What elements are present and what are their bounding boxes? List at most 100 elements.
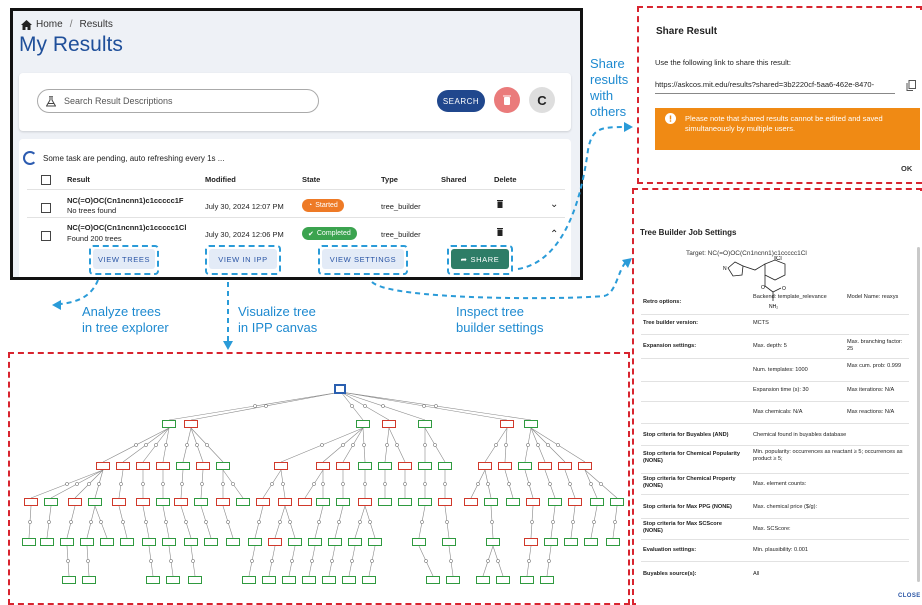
- reaction-node[interactable]: [368, 520, 372, 524]
- chemical-node[interactable]: [378, 462, 392, 470]
- reaction-node[interactable]: [317, 520, 321, 524]
- chemical-node[interactable]: [606, 538, 620, 546]
- reaction-node[interactable]: [530, 520, 534, 524]
- reaction-node[interactable]: [169, 559, 173, 563]
- chemical-node[interactable]: [496, 576, 510, 584]
- chemical-node[interactable]: [248, 538, 262, 546]
- copy-icon[interactable]: [906, 80, 916, 91]
- chemical-node[interactable]: [578, 462, 592, 470]
- reaction-node[interactable]: [507, 482, 511, 486]
- chemical-node[interactable]: [362, 576, 376, 584]
- scrollbar[interactable]: [917, 247, 920, 582]
- chemical-node[interactable]: [184, 538, 198, 546]
- chemical-node[interactable]: [484, 498, 498, 506]
- reaction-node[interactable]: [253, 404, 257, 408]
- chemical-node[interactable]: [162, 420, 176, 428]
- reaction-node[interactable]: [119, 482, 123, 486]
- reaction-node[interactable]: [556, 443, 560, 447]
- chemical-node[interactable]: [356, 420, 370, 428]
- reaction-node[interactable]: [330, 559, 334, 563]
- chemical-node[interactable]: [498, 462, 512, 470]
- chemical-node[interactable]: [322, 576, 336, 584]
- reaction-node[interactable]: [161, 482, 165, 486]
- chemical-node[interactable]: [216, 462, 230, 470]
- chemical-node[interactable]: [476, 576, 490, 584]
- chemical-node[interactable]: [446, 576, 460, 584]
- reaction-node[interactable]: [281, 482, 285, 486]
- chemical-node[interactable]: [518, 462, 532, 470]
- reaction-node[interactable]: [195, 443, 199, 447]
- chemical-node[interactable]: [478, 462, 492, 470]
- chemical-node[interactable]: [426, 576, 440, 584]
- reaction-node[interactable]: [341, 482, 345, 486]
- chemical-node[interactable]: [156, 462, 170, 470]
- reaction-node[interactable]: [204, 520, 208, 524]
- reaction-node[interactable]: [592, 520, 596, 524]
- reaction-node[interactable]: [423, 482, 427, 486]
- chemical-node[interactable]: [136, 498, 150, 506]
- reaction-node[interactable]: [403, 482, 407, 486]
- chemical-node[interactable]: [438, 498, 452, 506]
- reaction-node[interactable]: [86, 559, 90, 563]
- reaction-node[interactable]: [486, 482, 490, 486]
- reaction-node[interactable]: [141, 482, 145, 486]
- reaction-node[interactable]: [496, 559, 500, 563]
- chemical-node[interactable]: [60, 538, 74, 546]
- chemical-node[interactable]: [184, 420, 198, 428]
- chemical-node[interactable]: [336, 462, 350, 470]
- reaction-node[interactable]: [548, 482, 552, 486]
- chemical-node[interactable]: [22, 538, 36, 546]
- chemical-node[interactable]: [368, 538, 382, 546]
- chemical-node[interactable]: [226, 538, 240, 546]
- reaction-node[interactable]: [185, 443, 189, 447]
- reaction-node[interactable]: [205, 443, 209, 447]
- chemical-node[interactable]: [162, 538, 176, 546]
- chemical-node[interactable]: [526, 498, 540, 506]
- chemical-node[interactable]: [328, 538, 342, 546]
- reaction-node[interactable]: [546, 443, 550, 447]
- reaction-node[interactable]: [449, 559, 453, 563]
- reaction-node[interactable]: [599, 482, 603, 486]
- reaction-node[interactable]: [290, 559, 294, 563]
- reaction-node[interactable]: [434, 404, 438, 408]
- chemical-node[interactable]: [82, 576, 96, 584]
- chemical-node[interactable]: [590, 498, 604, 506]
- reaction-node[interactable]: [551, 520, 555, 524]
- chemical-node[interactable]: [538, 462, 552, 470]
- close-button[interactable]: CLOSE: [898, 593, 921, 599]
- chemical-node[interactable]: [348, 538, 362, 546]
- target-molecule-node[interactable]: [334, 384, 346, 394]
- share-link-field[interactable]: https://askcos.mit.edu/results?shared=3b…: [655, 80, 895, 94]
- reaction-node[interactable]: [164, 520, 168, 524]
- chemical-node[interactable]: [568, 498, 582, 506]
- reaction-node[interactable]: [144, 443, 148, 447]
- reaction-node[interactable]: [424, 559, 428, 563]
- reaction-node[interactable]: [423, 443, 427, 447]
- reaction-node[interactable]: [321, 482, 325, 486]
- reaction-node[interactable]: [422, 404, 426, 408]
- chemical-node[interactable]: [112, 498, 126, 506]
- reaction-node[interactable]: [363, 404, 367, 408]
- reaction-node[interactable]: [381, 404, 385, 408]
- chemical-node[interactable]: [418, 498, 432, 506]
- chemical-node[interactable]: [398, 462, 412, 470]
- reaction-node[interactable]: [362, 443, 366, 447]
- reaction-node[interactable]: [527, 559, 531, 563]
- chemical-node[interactable]: [236, 498, 250, 506]
- reaction-node[interactable]: [350, 559, 354, 563]
- reaction-node[interactable]: [527, 482, 531, 486]
- reaction-node[interactable]: [144, 520, 148, 524]
- reaction-node[interactable]: [358, 520, 362, 524]
- chemical-node[interactable]: [316, 498, 330, 506]
- reaction-node[interactable]: [250, 559, 254, 563]
- reaction-node[interactable]: [65, 482, 69, 486]
- chemical-node[interactable]: [540, 576, 554, 584]
- chemical-node[interactable]: [256, 498, 270, 506]
- reaction-node[interactable]: [226, 520, 230, 524]
- chemical-node[interactable]: [262, 576, 276, 584]
- reaction-node[interactable]: [28, 520, 32, 524]
- reaction-node[interactable]: [494, 443, 498, 447]
- reaction-node[interactable]: [200, 482, 204, 486]
- reaction-node[interactable]: [486, 559, 490, 563]
- reaction-node[interactable]: [66, 559, 70, 563]
